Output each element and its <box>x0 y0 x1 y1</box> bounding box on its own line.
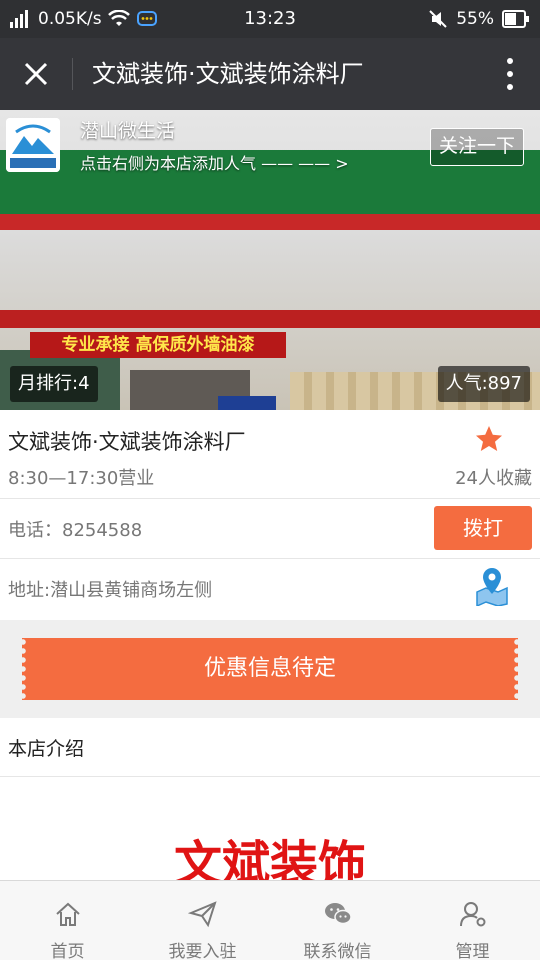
nav-label: 管理 <box>455 942 490 960</box>
coupon-banner[interactable]: 优惠信息待定 <box>19 638 521 700</box>
brand-name: 潜山微生活 <box>80 120 176 142</box>
send-icon <box>187 901 217 928</box>
shop-name: 文斌装饰·文斌装饰涂料厂 <box>8 430 246 454</box>
monthly-rank-badge: 月排行:4 <box>10 366 98 402</box>
shop-photo: 专业承接 高保质外墙油漆 潜山微生活 点击右侧为本店添加人气 —— —— > 关… <box>0 110 540 410</box>
home-icon <box>55 902 80 926</box>
coupon-section: 优惠信息待定 <box>0 620 540 718</box>
follow-button[interactable]: 关注一下 <box>429 128 524 166</box>
battery-icon <box>502 10 529 28</box>
more-menu-button[interactable] <box>498 54 522 94</box>
shop-intro: 本店介绍 文斌装饰 <box>0 718 540 892</box>
status-right: 55% <box>428 0 530 38</box>
popularity-badge: 人气:897 <box>437 366 530 402</box>
phone-number: 电话：8254588 <box>8 520 143 541</box>
divider <box>0 558 540 559</box>
battery-percent: 55% <box>456 9 494 29</box>
favorite-star-icon[interactable] <box>474 424 504 454</box>
nav-join[interactable]: 我要入驻 <box>135 881 270 960</box>
status-bar: 0.05K/s 13:23 55% <box>0 0 540 38</box>
call-button[interactable]: 拨打 <box>434 506 532 550</box>
user-manage-icon <box>459 902 485 927</box>
shop-info: 文斌装饰·文斌装饰涂料厂 8:30—17:30营业 24人收藏 电话：82545… <box>0 410 540 620</box>
business-hours: 8:30—17:30营业 <box>8 468 155 489</box>
storefront-banner <box>0 310 540 328</box>
nav-wechat[interactable]: 联系微信 <box>270 881 405 960</box>
wechat-icon <box>324 903 352 925</box>
title-divider <box>72 58 73 90</box>
nav-label: 联系微信 <box>303 942 372 960</box>
nav-label: 我要入驻 <box>168 942 237 960</box>
mute-icon <box>429 10 447 28</box>
close-icon <box>24 62 48 86</box>
welife-logo <box>6 118 60 172</box>
divider <box>0 776 540 777</box>
more-dot-icon <box>507 57 513 64</box>
intro-title: 本店介绍 <box>8 738 85 760</box>
favorites-count: 24人收藏 <box>455 468 532 489</box>
map-location-icon[interactable] <box>474 566 510 606</box>
nav-home[interactable]: 首页 <box>0 881 135 960</box>
close-button[interactable] <box>16 54 56 94</box>
brand-subtitle: 点击右侧为本店添加人气 —— —— > <box>80 154 349 173</box>
bottom-nav: 首页 我要入驻 联系微信 管理 <box>0 880 540 960</box>
shop-address: 地址:潜山县黄铺商场左侧 <box>8 580 213 601</box>
divider <box>0 498 540 499</box>
nav-manage[interactable]: 管理 <box>405 881 540 960</box>
title-bar: 文斌装饰·文斌装饰涂料厂 <box>0 38 540 110</box>
more-dot-icon <box>507 84 513 91</box>
nav-label: 首页 <box>50 942 85 960</box>
more-dot-icon <box>507 70 513 77</box>
storefront-blue-sign <box>218 396 276 410</box>
storefront-red-sign: 专业承接 高保质外墙油漆 <box>30 332 286 358</box>
page-title: 文斌装饰·文斌装饰涂料厂 <box>92 60 364 88</box>
